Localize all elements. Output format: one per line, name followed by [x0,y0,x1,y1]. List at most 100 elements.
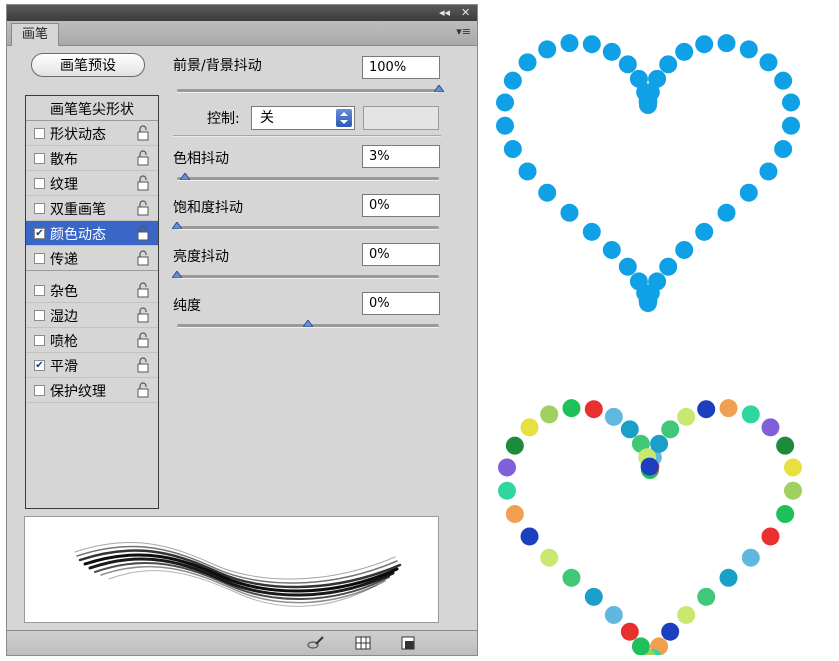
slider-thumb[interactable] [172,222,182,229]
heart-dot [697,400,716,419]
new-preset-icon[interactable] [399,635,417,651]
hue-jitter-field[interactable]: 3% [362,145,440,168]
heart-dot [618,55,637,74]
heart-dot [675,240,694,259]
fg-bg-jitter-slider[interactable] [177,85,444,93]
heart-dot [648,69,667,88]
create-brush-icon[interactable] [307,635,325,651]
checkbox[interactable] [34,385,45,396]
list-item-label: 形状动态 [50,127,106,143]
heart-dot [783,481,802,500]
purity-field[interactable]: 0% [362,292,440,315]
list-item[interactable]: 形状动态 [26,121,158,146]
heart-bottom-multicolor [498,399,802,655]
list-item[interactable]: 传递 [26,246,158,271]
brush-presets-button[interactable]: 画笔预设 [31,53,145,77]
heart-dot [505,436,524,455]
slider-thumb[interactable] [179,173,190,180]
hue-jitter-slider[interactable] [177,173,439,181]
heart-dot [631,637,650,655]
list-item[interactable]: ✔ 颜色动态 [26,221,158,246]
lock-icon[interactable] [136,282,150,298]
lock-icon[interactable] [136,125,150,141]
checkbox[interactable] [34,153,45,164]
heart-dot [774,140,793,159]
heart-dot [739,40,758,59]
slider-thumb[interactable] [172,271,182,278]
list-item[interactable]: 散布 [26,146,158,171]
lock-icon[interactable] [136,250,150,266]
checkbox[interactable]: ✔ [34,360,45,371]
purity-slider[interactable] [177,320,439,328]
checkbox[interactable] [34,310,45,321]
brush-options-list: 画笔笔尖形状 形状动态散布纹理双重画笔 ✔ 颜色动态传递杂色 湿边喷枪 ✔ 平滑保护纹理 [25,95,159,509]
checkbox[interactable]: ✔ [34,228,45,239]
fg-bg-jitter-field[interactable]: 100% [362,56,440,79]
heart-dot [638,92,657,111]
heart-dot [620,420,639,439]
list-item[interactable]: 双重画笔 [26,196,158,221]
heart-dot [629,272,648,291]
list-item-label: 纹理 [50,177,78,193]
checkbox[interactable] [34,128,45,139]
checkbox[interactable] [34,335,45,346]
heart-dot [717,34,736,53]
control-select[interactable]: 关 [251,106,355,130]
heart-dot [695,222,714,241]
heart-dot [781,93,800,112]
tab-brush[interactable]: 画笔 [11,23,59,46]
heart-dot [540,548,559,567]
list-item[interactable]: 保护纹理 [26,378,158,403]
brush-stroke-preview [24,516,439,623]
checkbox[interactable] [34,285,45,296]
lock-icon[interactable] [136,225,150,241]
heart-dot [562,399,581,418]
lock-icon[interactable] [136,307,150,323]
heart-dot [774,71,793,90]
lock-icon[interactable] [136,332,150,348]
heart-dot [498,481,517,500]
panel-menu-icon[interactable]: ▾≡ [456,25,471,38]
saturation-jitter-field[interactable]: 0% [362,194,440,217]
close-icon[interactable]: ✕ [461,5,470,21]
list-item-label: 喷枪 [50,334,78,350]
list-item[interactable]: ✔ 平滑 [26,353,158,378]
heart-dot [675,42,694,61]
lock-icon[interactable] [136,150,150,166]
list-item[interactable]: 湿边 [26,303,158,328]
list-item[interactable]: 纹理 [26,171,158,196]
heart-dot [618,257,637,276]
brightness-jitter-slider[interactable] [172,271,439,279]
heart-dot [781,116,800,135]
heart-dot [505,505,524,524]
lock-icon[interactable] [136,357,150,373]
list-item-label: 平滑 [50,359,78,375]
heart-dot [620,622,639,641]
brightness-jitter-field[interactable]: 0% [362,243,440,266]
heart-dot [697,587,716,606]
list-item[interactable]: 喷枪 [26,328,158,353]
heart-dot [584,587,603,606]
slider-thumb[interactable] [303,320,313,327]
heart-dot [761,418,780,437]
control-select-value: 关 [260,110,274,126]
slider-thumb[interactable] [434,85,444,92]
collapse-icon[interactable]: ◂◂ [439,5,450,21]
heart-dot [719,399,738,418]
heart-dot [695,35,714,54]
grid-icon[interactable] [354,635,372,651]
lock-icon[interactable] [136,382,150,398]
lock-icon[interactable] [136,200,150,216]
checkbox[interactable] [34,253,45,264]
list-item[interactable]: 杂色 [26,278,158,303]
checkbox[interactable] [34,178,45,189]
lock-icon[interactable] [136,175,150,191]
heart-dot [520,527,539,546]
tab-row: 画笔 ▾≡ [7,21,477,46]
heart-dot [518,53,537,72]
heart-dot [640,457,659,476]
list-item-label: 颜色动态 [50,227,106,243]
checkbox[interactable] [34,203,45,214]
list-item-brush-tip-shape[interactable]: 画笔笔尖形状 [26,96,158,121]
saturation-jitter-slider[interactable] [172,222,439,230]
